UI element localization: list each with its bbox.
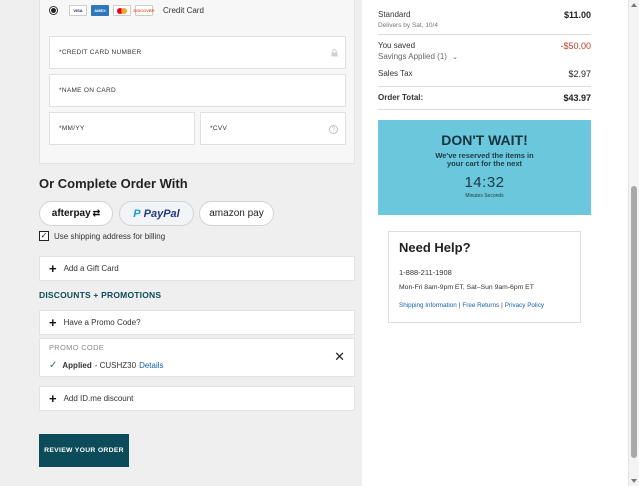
add-gift-card-button[interactable]: + Add a Gift Card [39,256,355,281]
applied-promo-card: PROMO CODE ✓ Applied - CUSHZ30 Details ✕ [39,338,355,377]
credit-card-option[interactable]: VISA AMEX DISCOVER Credit Card [49,3,204,17]
billing-checkbox-label: Use shipping address for billing [54,231,166,241]
expiry-placeholder: *MM/YY [59,125,85,132]
alt-pay-title: Or Complete Order With [39,176,188,191]
shipping-eta: Delivers by Sat, 10/4 [378,22,438,29]
order-summary-pane: Standard Delivers by Sat, 10/4 $11.00 Yo… [362,0,628,486]
free-returns-link[interactable]: Free Returns [462,302,499,309]
help-phone[interactable]: 1-888-211-1908 [399,268,452,277]
help-title: Need Help? [399,240,471,255]
paypal-button[interactable]: P PayPal [119,201,194,226]
billing-checkbox[interactable]: ✓ [39,231,49,241]
help-links: Shipping Information | Free Returns | Privac… [399,302,544,309]
tax-value: $2.97 [568,69,591,79]
card-number-placeholder: *CREDIT CARD NUMBER [59,49,142,56]
review-order-button[interactable]: REVIEW YOUR ORDER [39,434,129,467]
cvv-field[interactable]: *CVV ? [200,112,346,145]
amazon-pay-button[interactable]: amazon pay [199,201,274,226]
add-idme-discount-button[interactable]: + Add ID.me discount [39,386,355,411]
scrollbar-thumb[interactable] [631,186,637,458]
countdown-units: Minutes Seconds [465,193,504,199]
divider [378,109,591,110]
afterpay-button[interactable]: afterpay ⇄ [39,201,113,226]
banner-title: DON'T WAIT! [441,132,528,148]
page-scrollbar[interactable] [628,0,639,486]
divider [378,34,591,35]
countdown-timer: 14:32 [464,174,505,191]
divider [378,86,591,87]
applied-label: Applied [62,361,92,370]
banner-line2: your cart for the next [446,159,522,168]
paypal-label: PayPal [143,207,180,220]
credit-card-label: Credit Card [163,5,204,15]
billing-checkbox-row[interactable]: ✓ Use shipping address for billing [39,231,165,241]
scroll-up-arrow-icon[interactable] [631,3,637,7]
plus-icon: + [49,391,57,406]
amazon-pay-label: amazon pay [209,208,264,219]
scroll-down-arrow-icon[interactable] [631,479,637,483]
plus-icon: + [49,315,57,330]
checkmark-icon: ✓ [49,360,58,371]
name-on-card-placeholder: *NAME ON CARD [59,87,116,94]
afterpay-arrows-icon: ⇄ [92,208,101,218]
savings-applied-toggle[interactable]: Savings Applied (1) ⌄ [378,52,591,61]
shipping-row: Standard Delivers by Sat, 10/4 $11.00 [378,10,591,29]
afterpay-label: afterpay [51,208,91,219]
amex-icon: AMEX [91,4,109,16]
chevron-down-icon: ⌄ [452,54,459,61]
expiry-field[interactable]: *MM/YY [49,112,195,145]
name-on-card-field[interactable]: *NAME ON CARD [49,74,346,107]
plus-icon: + [49,261,57,276]
tax-label: Sales Tax [378,69,413,78]
visa-icon: VISA [69,4,87,16]
saved-value: -$50.00 [560,41,591,51]
credit-card-panel: VISA AMEX DISCOVER Credit Card *CREDIT C… [39,0,355,164]
cvv-placeholder: *CVV [210,125,228,132]
tax-row: Sales Tax $2.97 [378,69,591,79]
mastercard-icon [113,4,131,16]
cvv-help-icon[interactable]: ? [329,125,338,134]
total-label: Order Total: [378,93,424,102]
help-hours: Mon-Fri 8am-9pm ET, Sat–Sun 9am-6pm ET [399,284,534,291]
savings-applied-label: Savings Applied (1) [378,52,447,61]
need-help-box: Need Help? 1-888-211-1908 Mon-Fri 8am-9p… [388,231,581,323]
total-value: $43.97 [563,93,591,103]
idme-label: Add ID.me discount [63,394,134,403]
promo-details-link[interactable]: Details [139,361,163,370]
shipping-value: $11.00 [563,10,591,20]
discounts-title: DISCOUNTS + PROMOTIONS [39,290,162,300]
payment-pane: VISA AMEX DISCOVER Credit Card *CREDIT C… [0,0,362,486]
promo-code-header: PROMO CODE [49,343,105,352]
shipping-label: Standard [378,10,411,19]
privacy-policy-link[interactable]: Privacy Policy [505,302,544,309]
gift-card-label: Add a Gift Card [63,264,119,273]
saved-label: You saved [378,41,416,50]
remove-promo-close-icon[interactable]: ✕ [334,350,345,363]
applied-code: - CUSHZ30 [94,361,137,370]
total-row: Order Total: $43.97 [378,93,591,103]
paypal-icon: P [133,207,141,220]
shipping-info-link[interactable]: Shipping Information [399,302,457,309]
lock-icon [331,49,338,57]
credit-card-radio[interactable] [49,5,58,15]
promo-code-toggle-label: Have a Promo Code? [63,318,141,327]
savings-row: You saved Savings Applied (1) ⌄ -$50.00 [378,41,591,61]
cart-reservation-banner: DON'T WAIT! We've reserved the items in … [378,120,591,215]
card-number-field[interactable]: *CREDIT CARD NUMBER [49,36,346,69]
discover-icon: DISCOVER [134,4,154,16]
promo-code-toggle[interactable]: + Have a Promo Code? [39,310,355,335]
promo-status: ✓ Applied - CUSHZ30 Details [49,360,164,371]
